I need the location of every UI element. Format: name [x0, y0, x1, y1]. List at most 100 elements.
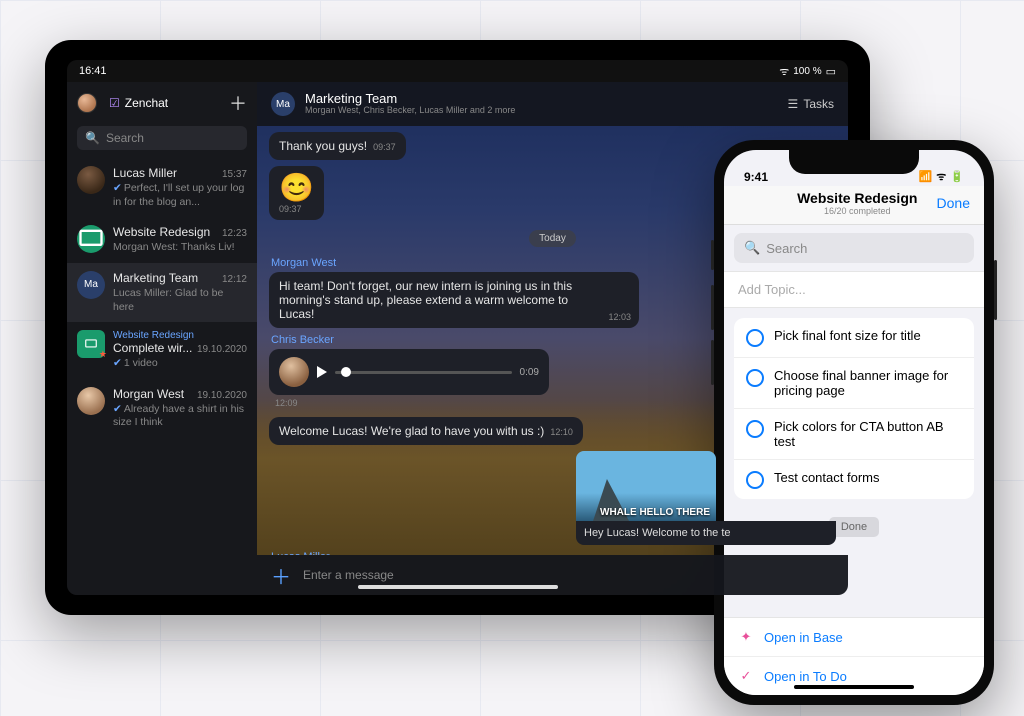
chat-preview: ✔Already have a shirt in his size I thin…	[113, 403, 247, 430]
chat-time: 12:12	[222, 274, 247, 285]
wifi-icon: ᯤ	[779, 64, 789, 79]
message-time: 09:37	[373, 142, 396, 152]
avatar	[77, 387, 105, 415]
channel-badge: Ma	[77, 271, 105, 299]
tasks-button[interactable]: ☰ Tasks	[788, 97, 834, 111]
wifi-icon: ᯤ	[936, 169, 946, 184]
day-label: Today	[529, 230, 576, 247]
avatar	[77, 166, 105, 194]
chat-list: Lucas Miller 15:37 ✔Perfect, I'll set up …	[67, 158, 257, 595]
message-time: 12:09	[269, 395, 649, 411]
card-image: WHALE HELLO THERE	[576, 451, 716, 521]
notch	[789, 150, 919, 174]
tick-icon: ✔	[113, 182, 122, 194]
attach-button[interactable]: ＋	[271, 561, 291, 590]
open-in-base-link[interactable]: ✦ Open in Base	[724, 618, 984, 657]
chat-item-marketing[interactable]: Ma Marketing Team 12:12 Lucas Miller: Gla…	[67, 263, 257, 322]
done-button[interactable]: Done	[937, 195, 970, 211]
message-text: Hi team! Don't forget, our new intern is…	[279, 279, 572, 321]
chat-preview: ✔1 video	[113, 357, 247, 371]
message-time: 09:37	[279, 202, 314, 214]
channel-icon	[77, 225, 105, 253]
link-label: Open in Base	[764, 630, 843, 645]
chat-name: Complete wir...	[113, 341, 192, 355]
app-body: ☑ Zenchat ＋ 🔍 Search Lucas Miller 15:37 ✔…	[67, 82, 848, 595]
chat-time: 12:23	[222, 228, 247, 239]
message-card[interactable]: WHALE HELLO THERE Hey Lucas! Welcome to …	[576, 451, 836, 545]
chat-item-website[interactable]: Website Redesign 12:23 Morgan West: Thank…	[67, 217, 257, 263]
check-icon: ✓	[738, 668, 754, 684]
message-emoji: 😊09:37	[269, 166, 649, 220]
message: Welcome Lucas! We're glad to have you wi…	[269, 417, 649, 445]
chat-name: Website Redesign	[113, 225, 210, 239]
chat-subtitle: Morgan West, Chris Becker, Lucas Miller …	[305, 106, 515, 116]
message-input[interactable]: Enter a message	[303, 568, 394, 582]
message-text: Welcome Lucas! We're glad to have you wi…	[279, 424, 544, 438]
link-label: Open in To Do	[764, 669, 847, 684]
message-audio: Chris Becker 0:09 12:09	[269, 334, 649, 411]
sidebar-search[interactable]: 🔍 Search	[77, 126, 247, 150]
tick-icon: ✔	[113, 403, 122, 415]
home-indicator[interactable]	[794, 685, 914, 689]
brand-name: Zenchat	[125, 96, 168, 110]
message-text: Thank you guys!	[279, 139, 367, 153]
status-time: 16:41	[79, 65, 107, 77]
search-icon: 🔍	[85, 131, 100, 145]
ipad-screen: 16:41 ᯤ 100 % ▭ ☑ Zenchat ＋ 🔍 Search Luc…	[67, 60, 848, 595]
star-icon: ★	[99, 349, 107, 360]
message-input-bar: ＋ Enter a message	[257, 555, 848, 595]
message-list[interactable]: Thank you guys!09:37 😊09:37 Today Morgan…	[257, 126, 848, 555]
open-in-todo-link[interactable]: ✓ Open in To Do	[724, 657, 984, 695]
chat-header: Ma Marketing Team Morgan West, Chris Bec…	[257, 82, 848, 126]
chat-item-lucas[interactable]: Lucas Miller 15:37 ✔Perfect, I'll set up …	[67, 158, 257, 217]
user-avatar[interactable]	[77, 93, 97, 113]
battery-icon: 🔋	[950, 170, 964, 183]
ipad-frame: 16:41 ᯤ 100 % ▭ ☑ Zenchat ＋ 🔍 Search Luc…	[45, 40, 870, 615]
chat-item-morgan[interactable]: Morgan West 19.10.2020 ✔Already have a sh…	[67, 379, 257, 438]
chat-item-complete-wir[interactable]: ★ Website Redesign Complete wir... 19.10.…	[67, 322, 257, 379]
chat-time: 19.10.2020	[197, 344, 247, 355]
audio-knob[interactable]	[341, 367, 351, 377]
home-indicator[interactable]	[358, 585, 558, 589]
chat-topic: Website Redesign	[113, 330, 247, 341]
day-separator: Today	[269, 230, 836, 247]
tick-icon: ✔	[113, 357, 122, 369]
search-placeholder: Search	[106, 131, 144, 145]
task-icon: ★	[77, 330, 105, 358]
avatar	[279, 357, 309, 387]
chat-title: Marketing Team	[305, 92, 515, 106]
tasks-label: Tasks	[803, 97, 834, 111]
chat-time: 15:37	[222, 169, 247, 180]
battery-icon: ▭	[826, 65, 836, 78]
new-chat-button[interactable]: ＋	[229, 90, 247, 116]
base-icon: ✦	[738, 629, 754, 645]
chat-time: 19.10.2020	[197, 390, 247, 401]
brand: ☑ Zenchat	[109, 96, 168, 110]
emoji: 😊	[279, 174, 314, 202]
sidebar-header: ☑ Zenchat ＋	[67, 82, 257, 122]
play-icon[interactable]	[317, 366, 327, 378]
ipad-statusbar: 16:41 ᯤ 100 % ▭	[67, 60, 848, 82]
sidebar: ☑ Zenchat ＋ 🔍 Search Lucas Miller 15:37 ✔…	[67, 82, 257, 595]
audio-duration: 0:09	[520, 367, 539, 378]
audio-player[interactable]: 0:09	[269, 349, 549, 395]
chat-main: Ma Marketing Team Morgan West, Chris Bec…	[257, 82, 848, 595]
channel-badge: Ma	[271, 92, 295, 116]
sender-name: Chris Becker	[269, 334, 649, 349]
chat-name: Marketing Team	[113, 271, 198, 285]
chat-preview: Morgan West: Thanks Liv!	[113, 241, 247, 255]
message-time: 12:10	[550, 427, 573, 437]
message: Morgan West Hi team! Don't forget, our n…	[269, 257, 649, 328]
chat-name: Morgan West	[113, 387, 184, 401]
chat-preview: ✔Perfect, I'll set up your log in for th…	[113, 182, 247, 209]
brand-icon: ☑	[109, 96, 120, 110]
signal-icon: 📶	[919, 170, 933, 183]
bottom-links: ✦ Open in Base ✓ Open in To Do	[724, 617, 984, 695]
sender-name: Morgan West	[269, 257, 649, 272]
chat-name: Lucas Miller	[113, 166, 177, 180]
message-time: 12:03	[608, 312, 631, 322]
card-caption: Hey Lucas! Welcome to the te	[576, 521, 836, 545]
chat-preview: Lucas Miller: Glad to be here	[113, 287, 247, 314]
battery-percent: 100 %	[793, 66, 821, 77]
audio-track[interactable]	[335, 371, 512, 374]
